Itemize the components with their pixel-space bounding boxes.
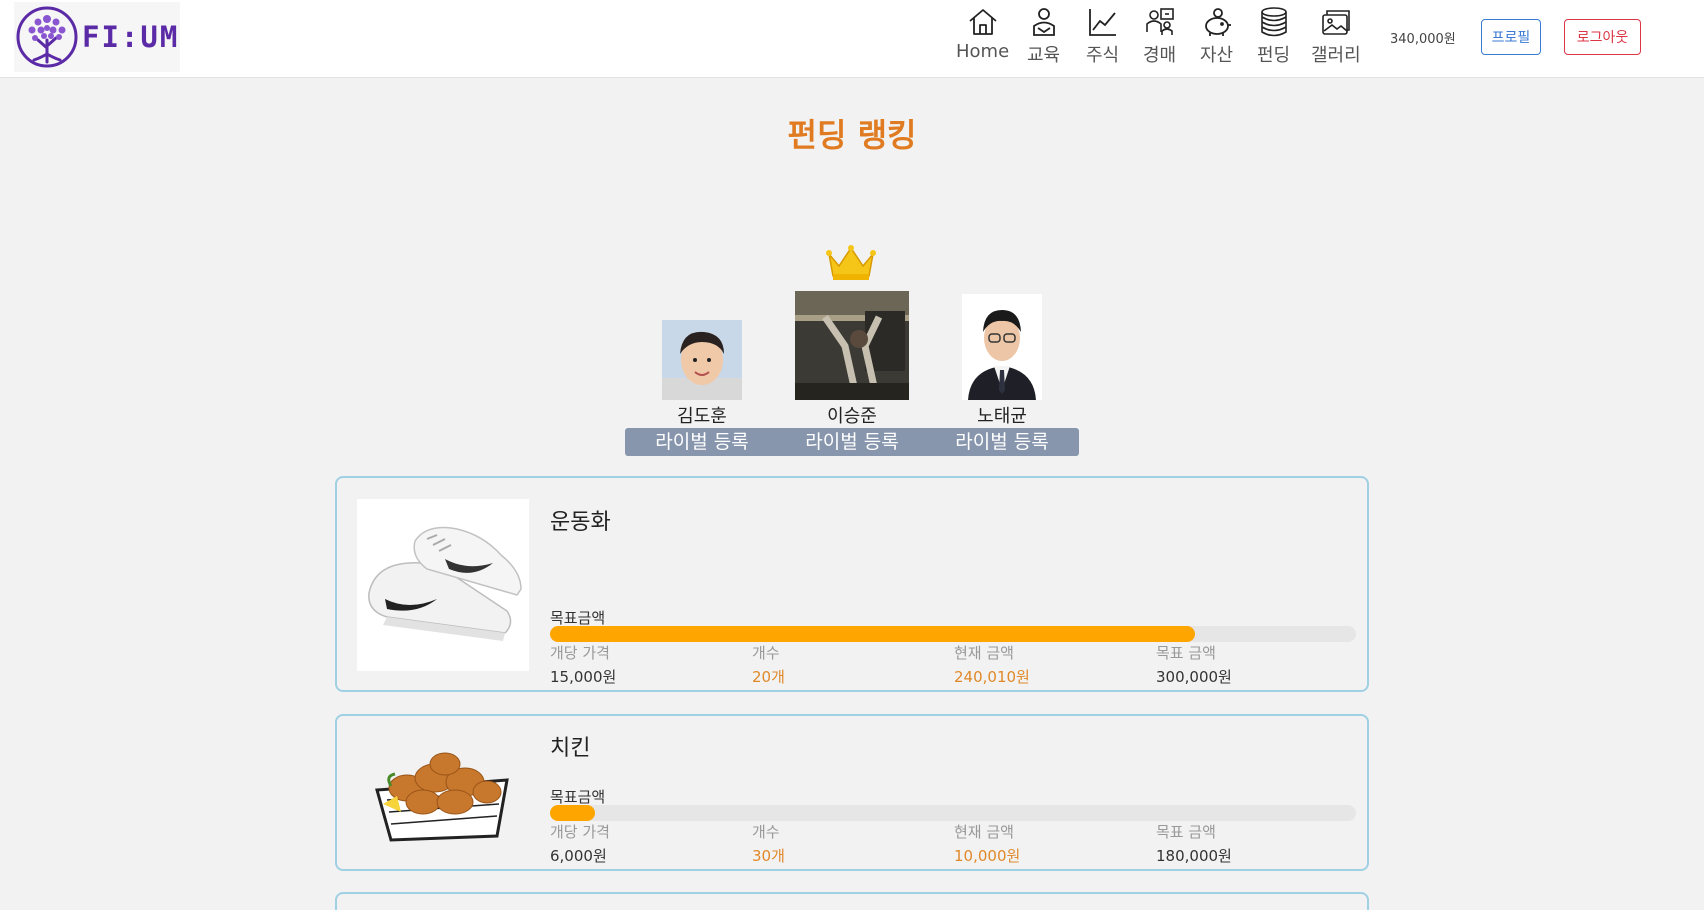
nav-education[interactable]: 교육 <box>1027 6 1060 70</box>
funding-title: 치킨 <box>550 736 591 761</box>
nav-assets[interactable]: 자산 <box>1200 6 1233 70</box>
rival-register-button-2[interactable]: 라이벌 등록 <box>627 428 777 456</box>
balance-display: 340,000원 <box>1390 32 1456 47</box>
nav-stock-label: 주식 <box>1086 45 1120 66</box>
auction-icon <box>1145 8 1174 35</box>
goal-amount-label: 목표금액 <box>550 788 606 806</box>
target-amount-label: 목표 금액 <box>1156 823 1216 841</box>
goal-amount-label: 목표금액 <box>550 609 606 627</box>
rank-name-1: 이승준 <box>827 406 877 427</box>
nav-education-label: 교육 <box>1027 45 1061 66</box>
fium-logo[interactable]: FI:UM <box>14 2 180 72</box>
avatar-rank-3 <box>962 294 1042 400</box>
current-amount-value: 10,000원 <box>954 847 1021 865</box>
count-label: 개수 <box>752 823 780 841</box>
funding-card[interactable] <box>335 892 1369 910</box>
coins-icon <box>1260 7 1287 37</box>
nav-gallery[interactable]: 갤러리 <box>1311 6 1361 70</box>
count-value: 30개 <box>752 847 785 865</box>
page-title: 펀딩 랭킹 <box>787 116 917 154</box>
avatar-rank-2 <box>662 320 742 400</box>
current-amount-label: 현재 금액 <box>954 644 1014 662</box>
funding-progress-track <box>550 626 1356 642</box>
nav-home[interactable]: Home <box>956 6 1009 70</box>
current-amount-value: 240,010원 <box>954 668 1030 686</box>
rival-register-button-3[interactable]: 라이벌 등록 <box>927 428 1077 456</box>
target-amount-value: 300,000원 <box>1156 668 1232 686</box>
nav-auction[interactable]: 경매 <box>1143 6 1176 70</box>
count-value: 20개 <box>752 668 785 686</box>
rank-name-3: 노태균 <box>977 406 1027 427</box>
education-icon <box>1032 8 1055 36</box>
funding-card[interactable]: 운동화 목표금액 개당 가격 개수 현재 금액 목표 금액 15,000원 20… <box>335 476 1369 692</box>
nav-funding-label: 펀딩 <box>1257 45 1291 66</box>
product-image-chicken <box>357 730 529 856</box>
product-image-sneakers <box>357 499 529 671</box>
tree-logo-icon <box>16 6 78 68</box>
rank-name-2: 김도훈 <box>677 406 727 427</box>
unit-price-label: 개당 가격 <box>550 644 610 662</box>
logo-text: FI:UM <box>82 20 180 54</box>
nav-gallery-label: 갤러리 <box>1311 45 1361 66</box>
avatar-rank-1 <box>795 291 909 400</box>
top-navbar: FI:UM Home 교육 주식 경매 자산 펀딩 갤러리 340,000원 프… <box>0 0 1704 78</box>
nav-home-label: Home <box>956 41 1010 62</box>
funding-progress-fill <box>550 626 1195 642</box>
unit-price-value: 6,000원 <box>550 847 607 865</box>
unit-price-label: 개당 가격 <box>550 823 610 841</box>
stock-chart-icon <box>1088 9 1116 36</box>
profile-button[interactable]: 프로필 <box>1481 19 1541 55</box>
logout-button[interactable]: 로그아웃 <box>1564 19 1641 55</box>
unit-price-value: 15,000원 <box>550 668 617 686</box>
crown-icon <box>826 245 876 280</box>
home-icon <box>968 9 997 35</box>
count-label: 개수 <box>752 644 780 662</box>
funding-title: 운동화 <box>550 510 611 535</box>
target-amount-value: 180,000원 <box>1156 847 1232 865</box>
funding-progress-fill <box>550 805 595 821</box>
current-amount-label: 현재 금액 <box>954 823 1014 841</box>
nav-stock[interactable]: 주식 <box>1086 6 1119 70</box>
nav-auction-label: 경매 <box>1143 45 1177 66</box>
rival-register-button-1[interactable]: 라이벌 등록 <box>777 428 927 456</box>
target-amount-label: 목표 금액 <box>1156 644 1216 662</box>
nav-assets-label: 자산 <box>1200 45 1234 66</box>
gallery-icon <box>1322 10 1350 35</box>
piggy-bank-icon <box>1204 8 1231 36</box>
funding-card[interactable]: 치킨 목표금액 개당 가격 개수 현재 금액 목표 금액 6,000원 30개 … <box>335 714 1369 871</box>
nav-funding[interactable]: 펀딩 <box>1257 6 1290 70</box>
funding-progress-track <box>550 805 1356 821</box>
